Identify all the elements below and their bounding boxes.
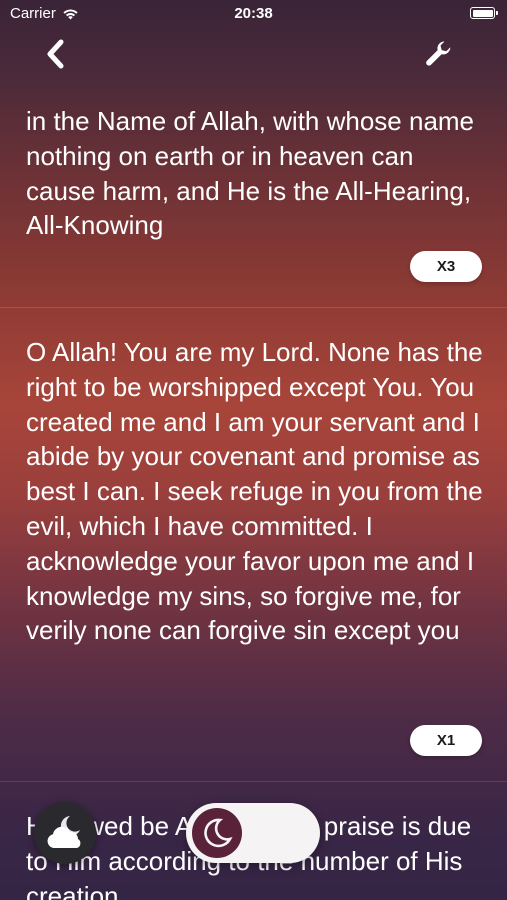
repeat-count-button[interactable]: X1 — [410, 725, 482, 756]
weather-button[interactable] — [34, 802, 96, 864]
toggle-knob — [192, 808, 242, 858]
repeat-count-button[interactable]: X3 — [410, 251, 482, 282]
crescent-moon-icon — [204, 818, 233, 848]
cloud-moon-icon — [47, 816, 81, 848]
dhikr-text: in the Name of Allah, with whose name no… — [26, 106, 475, 241]
nav-bar — [0, 30, 507, 78]
dhikr-card: O Allah! You are my Lord. None has the r… — [0, 308, 507, 782]
status-time: 20:38 — [234, 5, 273, 22]
dhikr-card: in the Name of Allah, with whose name no… — [0, 94, 507, 308]
dark-mode-toggle[interactable] — [186, 803, 320, 863]
status-bar: Carrier 20:38 — [0, 0, 507, 28]
dhikr-text: O Allah! You are my Lord. None has the r… — [26, 337, 483, 646]
wrench-icon — [426, 41, 451, 66]
battery-icon — [470, 7, 498, 19]
back-button[interactable] — [40, 36, 72, 72]
settings-button[interactable] — [420, 36, 458, 72]
chevron-left-icon — [47, 39, 64, 69]
